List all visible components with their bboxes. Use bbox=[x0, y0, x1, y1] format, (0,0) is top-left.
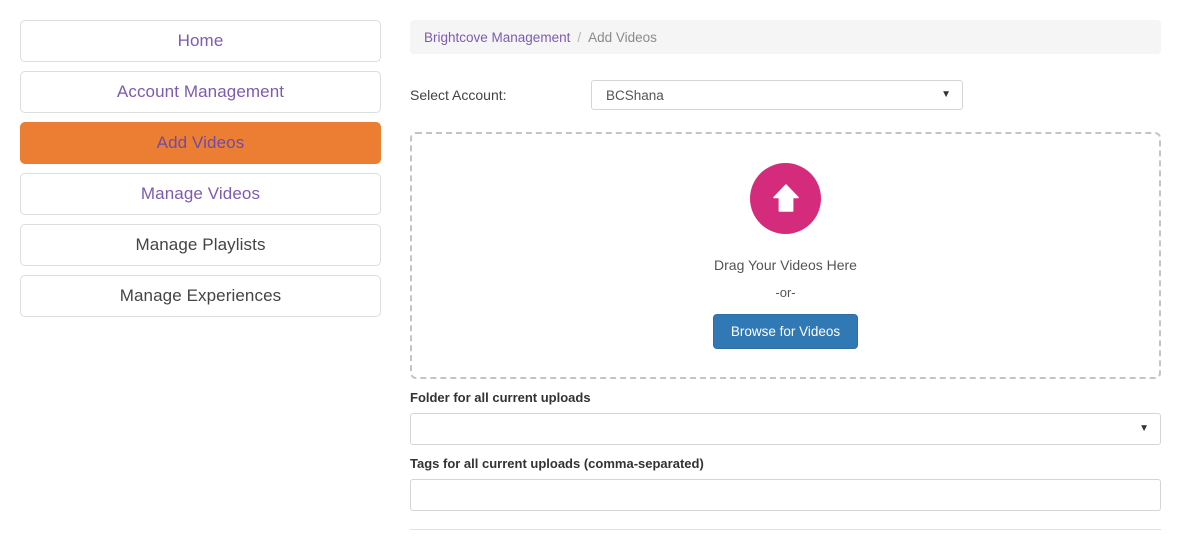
sidebar-item-manage-playlists[interactable]: Manage Playlists bbox=[20, 224, 381, 266]
browse-for-videos-button[interactable]: Browse for Videos bbox=[712, 313, 859, 349]
chevron-down-icon: ▼ bbox=[1139, 423, 1149, 434]
video-dropzone[interactable]: Drag Your Videos Here -or- Browse for Vi… bbox=[410, 132, 1161, 379]
sidebar-item-manage-videos[interactable]: Manage Videos bbox=[20, 173, 381, 215]
select-account-label: Select Account: bbox=[410, 87, 507, 103]
main-content: Brightcove Management / Add Videos Selec… bbox=[410, 20, 1161, 538]
dropzone-or-divider: -or- bbox=[775, 284, 796, 300]
tags-input[interactable] bbox=[410, 479, 1161, 511]
breadcrumb-link-brightcove-management[interactable]: Brightcove Management bbox=[424, 30, 570, 45]
account-select-value: BCShana bbox=[606, 87, 664, 103]
sidebar-item-home[interactable]: Home bbox=[20, 20, 381, 62]
sidebar-item-manage-experiences[interactable]: Manage Experiences bbox=[20, 275, 381, 317]
tags-field-label: Tags for all current uploads (comma-sepa… bbox=[410, 456, 704, 471]
sidebar-item-label: Manage Experiences bbox=[119, 286, 282, 305]
tags-field-group: Tags for all current uploads (comma-sepa… bbox=[410, 456, 1161, 511]
chevron-down-icon: ▼ bbox=[941, 89, 951, 100]
breadcrumb: Brightcove Management / Add Videos bbox=[410, 20, 1161, 54]
upload-arrow-icon bbox=[750, 162, 821, 234]
breadcrumb-current-page: Add Videos bbox=[588, 29, 657, 45]
dropzone-instruction: Drag Your Videos Here bbox=[714, 256, 857, 273]
folder-field-label: Folder for all current uploads bbox=[410, 390, 591, 405]
sidebar-item-account-management[interactable]: Account Management bbox=[20, 71, 381, 113]
sidebar-item-label: Manage Videos bbox=[140, 184, 261, 203]
folder-select-dropdown[interactable]: ▼ bbox=[410, 413, 1161, 445]
sidebar-item-label: Home bbox=[177, 31, 224, 50]
section-divider bbox=[410, 529, 1161, 530]
select-account-row: Select Account: BCShana ▼ bbox=[410, 80, 1161, 110]
sidebar-item-add-videos[interactable]: Add Videos bbox=[20, 122, 381, 164]
sidebar-nav: Home Account Management Add Videos Manag… bbox=[20, 20, 381, 326]
sidebar-item-label: Manage Playlists bbox=[135, 235, 266, 254]
breadcrumb-separator: / bbox=[577, 29, 582, 45]
sidebar-item-label: Add Videos bbox=[156, 133, 245, 152]
account-select-dropdown[interactable]: BCShana ▼ bbox=[591, 80, 963, 110]
page-root: Home Account Management Add Videos Manag… bbox=[0, 0, 1183, 540]
sidebar-item-label: Account Management bbox=[116, 82, 285, 101]
folder-field-group: Folder for all current uploads ▼ bbox=[410, 390, 1161, 445]
